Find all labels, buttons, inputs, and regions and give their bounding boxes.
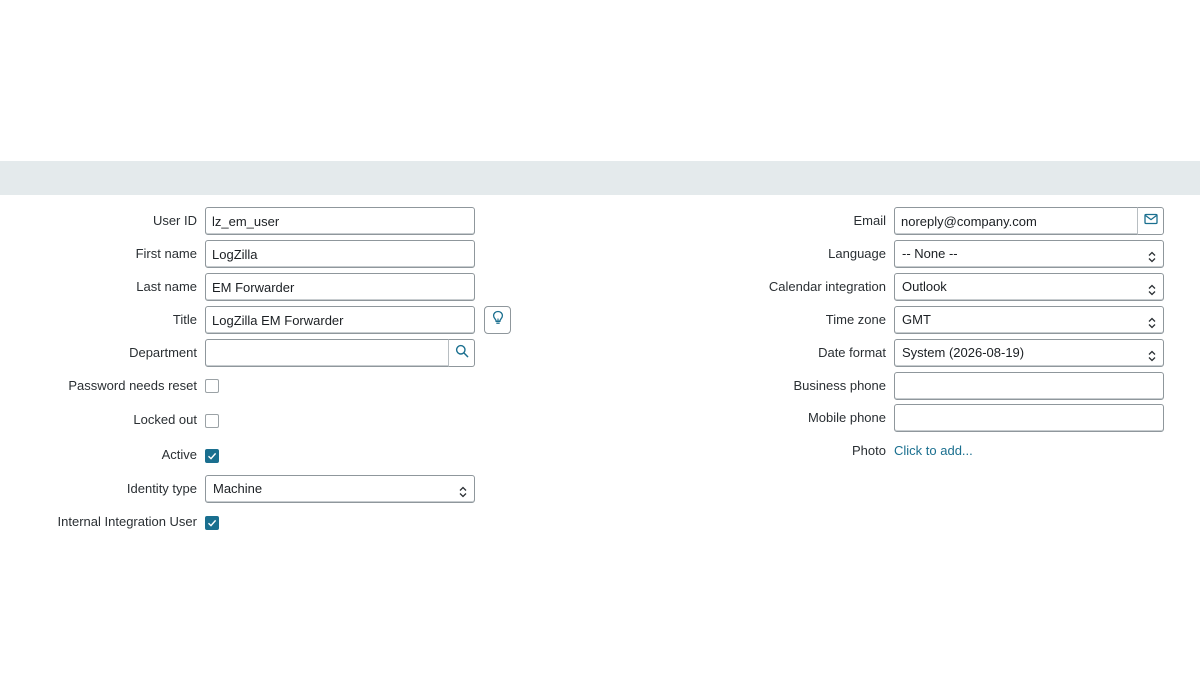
- department-label: Department: [129, 345, 197, 360]
- time-zone-label: Time zone: [825, 312, 886, 327]
- envelope-icon: [1143, 212, 1158, 230]
- language-select[interactable]: -- None --: [894, 240, 1164, 268]
- last-name-input[interactable]: [205, 273, 475, 301]
- active-checkbox[interactable]: [205, 449, 219, 463]
- department-input[interactable]: [205, 339, 449, 367]
- mobile-phone-input[interactable]: [894, 404, 1164, 432]
- date-format-value: System (2026-08-19): [902, 345, 1025, 360]
- chevron-up-down-icon: [458, 482, 468, 498]
- email-label: Email: [853, 213, 886, 228]
- internal-integration-user-label: Internal Integration User: [57, 514, 197, 529]
- date-format-label: Date format: [818, 345, 886, 360]
- password-needs-reset-label: Password needs reset: [68, 378, 197, 393]
- language-label: Language: [828, 246, 886, 261]
- business-phone-input[interactable]: [894, 372, 1164, 400]
- form-header-band: [0, 161, 1200, 195]
- chevron-up-down-icon: [1147, 313, 1157, 329]
- user-form-page: User ID First name Last name Title Depar…: [0, 0, 1200, 700]
- department-lookup-button[interactable]: [448, 339, 475, 367]
- user-id-label: User ID: [152, 213, 197, 228]
- first-name-label: First name: [135, 246, 197, 261]
- locked-out-label: Locked out: [133, 412, 197, 427]
- identity-type-select[interactable]: Machine: [205, 475, 475, 503]
- identity-type-label: Identity type: [126, 481, 197, 496]
- chevron-up-down-icon: [1147, 247, 1157, 263]
- mobile-phone-label: Mobile phone: [807, 410, 886, 425]
- title-label: Title: [172, 312, 197, 327]
- last-name-label: Last name: [136, 279, 197, 294]
- locked-out-checkbox[interactable]: [205, 414, 219, 428]
- chevron-up-down-icon: [1147, 280, 1157, 296]
- date-format-select[interactable]: System (2026-08-19): [894, 339, 1164, 367]
- send-email-button[interactable]: [1137, 207, 1164, 235]
- internal-integration-user-checkbox[interactable]: [205, 516, 219, 530]
- business-phone-label: Business phone: [793, 378, 886, 393]
- first-name-input[interactable]: [205, 240, 475, 268]
- user-id-input[interactable]: [205, 207, 475, 235]
- lightbulb-icon: [492, 310, 504, 331]
- search-icon: [455, 344, 469, 363]
- add-photo-link[interactable]: Click to add...: [894, 437, 973, 465]
- chevron-up-down-icon: [1147, 346, 1157, 362]
- password-needs-reset-checkbox[interactable]: [205, 379, 219, 393]
- identity-type-value: Machine: [213, 481, 263, 496]
- email-input[interactable]: [894, 207, 1139, 235]
- title-suggestion-button[interactable]: [484, 306, 511, 334]
- calendar-integration-label: Calendar integration: [768, 279, 886, 294]
- active-label: Active: [161, 447, 197, 462]
- time-zone-select[interactable]: GMT: [894, 306, 1164, 334]
- photo-label: Photo: [852, 443, 886, 458]
- calendar-integration-select[interactable]: Outlook: [894, 273, 1164, 301]
- time-zone-value: GMT: [902, 312, 931, 327]
- title-input[interactable]: [205, 306, 475, 334]
- language-value: -- None --: [902, 246, 958, 261]
- calendar-integration-value: Outlook: [902, 279, 947, 294]
